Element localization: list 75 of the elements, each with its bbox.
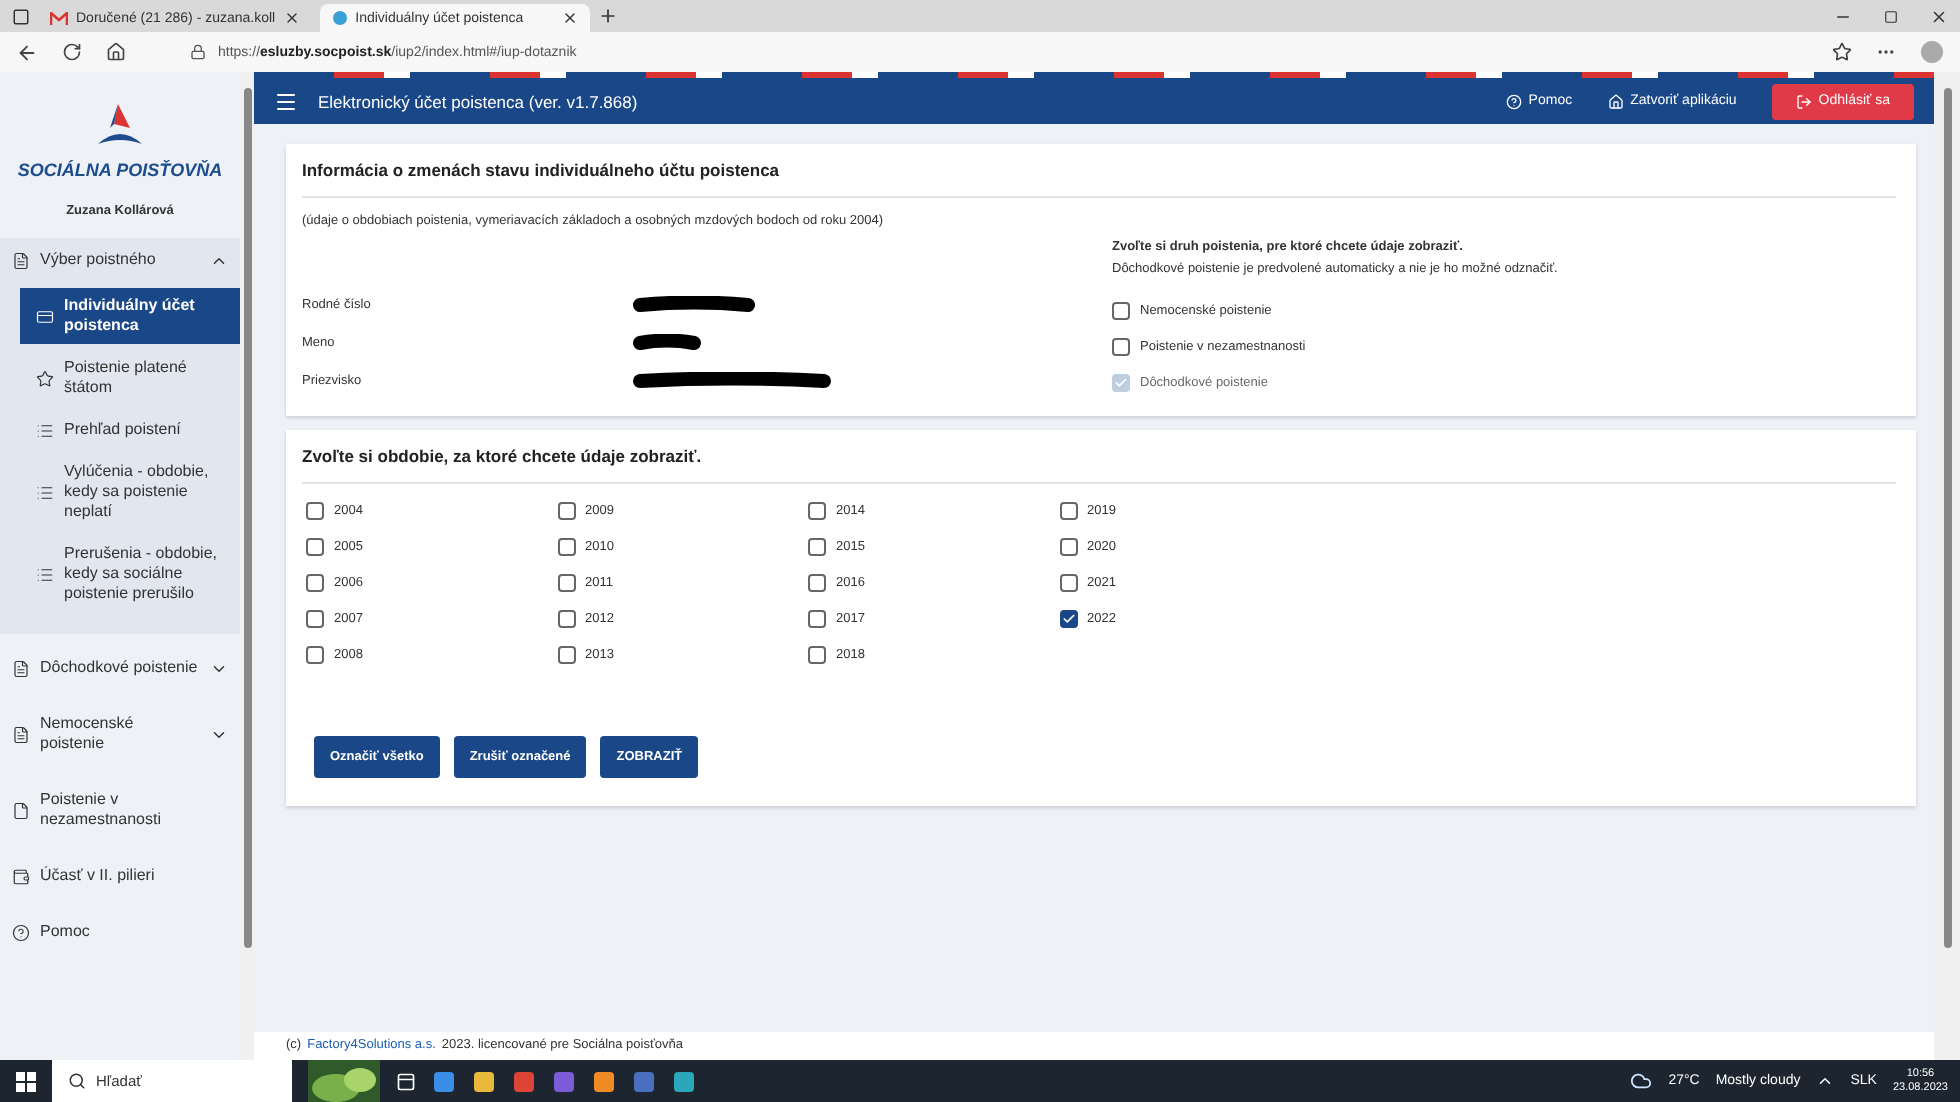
document-icon xyxy=(12,725,30,743)
card-title: Zvoľte si obdobie, za ktoré chcete údaje zobraziť. xyxy=(302,446,1896,484)
id-card-icon xyxy=(36,307,54,325)
help-icon xyxy=(12,923,30,941)
nav-item[interactable]: Pomoc xyxy=(0,910,240,954)
search-icon xyxy=(68,1072,86,1090)
nav-subitem[interactable]: Poistenie platené štátom xyxy=(20,350,240,406)
nav-item[interactable]: Dôchodkové poistenie xyxy=(0,646,240,690)
checkbox[interactable] xyxy=(306,645,324,663)
checkbox[interactable] xyxy=(1112,301,1130,319)
star-icon xyxy=(36,369,54,387)
app-title: Elektronický účet poistenca (ver. v1.7.868) xyxy=(318,91,640,111)
help-icon xyxy=(1506,93,1523,109)
checkbox[interactable] xyxy=(306,609,324,627)
close-icon[interactable] xyxy=(561,10,578,26)
mail-icon xyxy=(50,11,68,25)
lock-icon xyxy=(190,44,206,60)
document-icon xyxy=(12,251,30,269)
start-icon[interactable] xyxy=(16,1071,36,1091)
redaction-mark xyxy=(632,296,756,314)
list-icon xyxy=(36,565,54,583)
reload-icon[interactable] xyxy=(62,42,82,62)
checkbox[interactable] xyxy=(1112,337,1130,355)
checkbox[interactable] xyxy=(557,501,575,519)
home-icon[interactable] xyxy=(106,42,126,62)
brand-name: SOCIÁLNA POISŤOVŇA xyxy=(15,160,225,180)
page-icon xyxy=(12,801,30,819)
home-icon xyxy=(1608,93,1625,109)
back-icon[interactable] xyxy=(16,41,38,63)
checkbox[interactable] xyxy=(306,573,324,591)
menu-icon[interactable] xyxy=(274,89,298,113)
maximize-icon[interactable] xyxy=(1884,9,1898,23)
nav-subitem[interactable]: Individuálny účet poistenca xyxy=(20,288,240,344)
app-icon[interactable] xyxy=(632,1069,656,1093)
checkbox[interactable] xyxy=(306,537,324,555)
app-icon[interactable] xyxy=(552,1069,576,1093)
close-icon[interactable] xyxy=(1930,7,1948,25)
scrollbar-thumb[interactable] xyxy=(1943,88,1951,949)
checkbox[interactable] xyxy=(557,537,575,555)
checkbox[interactable] xyxy=(557,573,575,591)
checkbox[interactable] xyxy=(808,573,826,591)
checkbox[interactable] xyxy=(808,537,826,555)
nav-subitem[interactable]: Prerušenia - obdobie, kedy sa sociálne poistenie prerušilo xyxy=(20,536,240,612)
checkbox[interactable] xyxy=(1059,609,1077,627)
nav-item[interactable]: Výber poistného xyxy=(0,238,240,282)
checkbox[interactable] xyxy=(808,645,826,663)
nav-item[interactable]: Poistenie v nezamestnanosti xyxy=(0,778,240,842)
nav-subitem[interactable]: Prehľad poistení xyxy=(20,412,240,448)
nav-item[interactable]: Nemocenské poistenie xyxy=(0,702,240,766)
scrollbar-thumb[interactable] xyxy=(243,88,251,949)
checkbox[interactable] xyxy=(808,501,826,519)
task-view-icon[interactable] xyxy=(396,1071,416,1091)
favorite-icon[interactable] xyxy=(1832,42,1852,62)
weather-icon xyxy=(1630,1070,1653,1092)
nav-subitem[interactable]: Vylúčenia - obdobie, kedy sa poistenie neplatí xyxy=(20,454,240,530)
nav-item[interactable]: Účasť v II. pilieri xyxy=(0,854,240,898)
document-icon xyxy=(12,659,30,677)
checkbox[interactable] xyxy=(306,501,324,519)
wallet-icon xyxy=(12,867,30,885)
checkbox[interactable] xyxy=(1059,573,1077,591)
checkbox[interactable] xyxy=(557,645,575,663)
logout-icon xyxy=(1796,93,1813,109)
checkbox[interactable] xyxy=(557,609,575,627)
app-icon[interactable] xyxy=(432,1069,456,1093)
redaction-mark xyxy=(632,334,702,352)
new-tab-icon[interactable] xyxy=(597,6,618,26)
close-icon[interactable] xyxy=(283,10,300,26)
checkbox[interactable] xyxy=(1059,537,1077,555)
card-title: Informácia o zmenách stavu individuálneho účtu poistenca xyxy=(302,160,1896,198)
tray-icon[interactable] xyxy=(1816,1072,1835,1090)
list-icon xyxy=(36,483,54,501)
list-icon xyxy=(36,421,54,439)
checkbox[interactable] xyxy=(808,609,826,627)
tab-actions-icon[interactable] xyxy=(12,7,30,25)
checkbox[interactable] xyxy=(1059,501,1077,519)
